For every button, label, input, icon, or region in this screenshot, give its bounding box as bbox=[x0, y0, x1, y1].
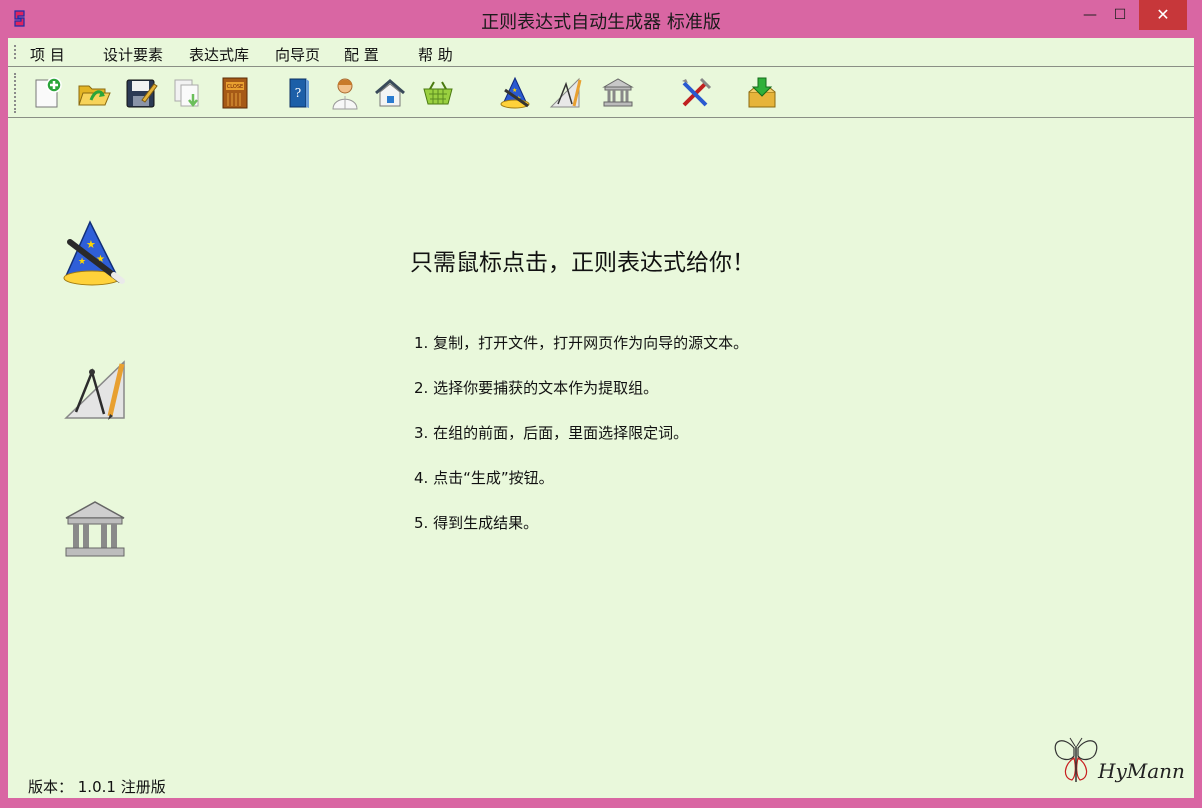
step-5: 5. 得到生成结果。 bbox=[414, 514, 539, 532]
svg-text:HyMann: HyMann bbox=[1097, 759, 1185, 783]
toolbar: CLOSE ? ★★ bbox=[8, 67, 1194, 118]
wizard-hat-icon[interactable]: ★ ★ ★ bbox=[60, 218, 130, 288]
svg-text:CLOSE: CLOSE bbox=[227, 84, 243, 90]
new-file-icon[interactable] bbox=[30, 76, 64, 110]
help-book-icon[interactable]: ? bbox=[282, 76, 316, 110]
open-folder-icon[interactable] bbox=[77, 76, 111, 110]
save-disk-icon[interactable] bbox=[124, 76, 158, 110]
client-area: 项 目 设计要素 表达式库 向导页 配 置 帮 助 CLOSE ? ★ ★ ★ … bbox=[8, 38, 1194, 798]
copy-pages-icon[interactable] bbox=[171, 76, 205, 110]
maximize-button[interactable]: ☐ bbox=[1100, 0, 1140, 30]
step-4: 4. 点击“生成”按钮。 bbox=[414, 469, 554, 487]
menu-wizard[interactable]: 向导页 bbox=[275, 44, 320, 65]
menu-config[interactable]: 配 置 bbox=[344, 44, 379, 65]
menu-expression-library[interactable]: 表达式库 bbox=[189, 44, 249, 65]
menu-help[interactable]: 帮 助 bbox=[418, 44, 453, 65]
step-3: 3. 在组的前面，后面，里面选择限定词。 bbox=[414, 424, 689, 442]
tools-icon[interactable] bbox=[679, 76, 713, 110]
close-door-icon[interactable]: CLOSE bbox=[218, 76, 252, 110]
compass-ruler-icon[interactable] bbox=[62, 358, 128, 424]
step-2: 2. 选择你要捕获的文本作为提取组。 bbox=[414, 379, 659, 397]
home-icon[interactable] bbox=[373, 76, 407, 110]
step-1: 1. 复制，打开文件，打开网页作为向导的源文本。 bbox=[414, 334, 749, 352]
svg-text:★: ★ bbox=[86, 238, 96, 251]
wizard-hat-icon[interactable]: ★★ bbox=[498, 76, 532, 110]
close-button[interactable]: ✕ bbox=[1139, 0, 1187, 30]
window-title: 正则表达式自动生成器 标准版 bbox=[481, 12, 721, 33]
library-building-icon[interactable] bbox=[62, 498, 128, 564]
menu-grip[interactable] bbox=[14, 45, 19, 59]
basket-icon[interactable] bbox=[421, 76, 455, 110]
svg-text:?: ? bbox=[295, 86, 301, 100]
library-building-icon[interactable] bbox=[601, 76, 635, 110]
page-heading: 只需鼠标点击，正则表达式给你！ bbox=[410, 250, 755, 276]
toolbar-grip[interactable] bbox=[14, 73, 19, 113]
download-box-icon[interactable] bbox=[745, 76, 779, 110]
hymann-logo: HyMann bbox=[1046, 736, 1186, 796]
user-doctor-icon[interactable] bbox=[328, 76, 362, 110]
menu-bar: 项 目 设计要素 表达式库 向导页 配 置 帮 助 bbox=[8, 38, 1194, 67]
menu-project[interactable]: 项 目 bbox=[30, 44, 65, 65]
compass-ruler-icon[interactable] bbox=[548, 76, 582, 110]
version-label: 版本： 1.0.1 注册版 bbox=[28, 778, 166, 796]
svg-text:★: ★ bbox=[78, 257, 86, 267]
title-bar: 正则表达式自动生成器 标准版 — ☐ ✕ bbox=[0, 0, 1202, 38]
menu-design-elements[interactable]: 设计要素 bbox=[103, 44, 163, 65]
svg-text:★: ★ bbox=[512, 87, 517, 94]
